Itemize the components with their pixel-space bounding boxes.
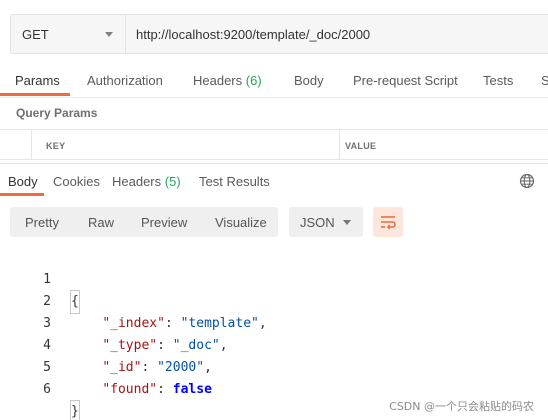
- json-key: "found": [102, 382, 158, 397]
- method-label: GET: [22, 26, 49, 42]
- code-line: 3 "_type": "_doc",: [0, 291, 548, 353]
- json-value: false: [172, 382, 212, 397]
- query-params-table: KEY VALUE: [0, 129, 548, 160]
- view-pretty-button[interactable]: Pretty: [25, 215, 59, 230]
- json-field: "found": false: [102, 382, 212, 397]
- tab-response-body-label: Body: [8, 174, 38, 189]
- tab-cookies-label: Cookies: [53, 174, 100, 189]
- key-column-header: KEY: [46, 141, 66, 151]
- code-line: 1 {: [0, 247, 548, 314]
- tab-test-results[interactable]: Test Results: [199, 174, 270, 189]
- tab-params[interactable]: Params: [15, 73, 60, 88]
- format-select[interactable]: JSON: [289, 207, 363, 237]
- tab-body[interactable]: Body: [294, 73, 324, 88]
- tab-authorization[interactable]: Authorization: [87, 73, 163, 88]
- watermark: CSDN @一个只会粘贴的码农: [389, 400, 534, 413]
- request-url-bar: GET http://localhost:9200/template/_doc/…: [10, 14, 548, 54]
- column-divider: [339, 130, 340, 159]
- tab-headers[interactable]: Headers (6): [193, 73, 262, 88]
- tab-response-body[interactable]: Body: [8, 174, 38, 189]
- value-column-header: VALUE: [345, 141, 377, 151]
- tab-body-label: Body: [294, 73, 324, 88]
- tab-headers-label: Headers: [193, 73, 243, 88]
- globe-icon[interactable]: [519, 173, 535, 189]
- tab-headers-count: (6): [245, 73, 262, 88]
- request-tabs: Params Authorization Headers (6) Body Pr…: [0, 60, 548, 98]
- view-mode-group: Pretty Raw Preview Visualize: [10, 207, 278, 237]
- wrap-lines-button[interactable]: [373, 207, 403, 237]
- tab-tests[interactable]: Tests: [483, 73, 513, 88]
- code-line: 6 }: [0, 357, 548, 420]
- tab-settings-truncated[interactable]: S: [541, 73, 548, 88]
- response-tabs: Body Cookies Headers (5) Test Results: [0, 164, 548, 198]
- tab-settings-label: S: [541, 73, 548, 88]
- url-input[interactable]: http://localhost:9200/template/_doc/2000: [126, 15, 548, 53]
- line-number: 6: [43, 382, 51, 397]
- code-line: 2 "_index": "template",: [0, 269, 548, 331]
- tab-authorization-label: Authorization: [87, 73, 163, 88]
- tab-tests-label: Tests: [483, 73, 514, 88]
- query-params-title: Query Params: [16, 106, 98, 120]
- column-divider: [31, 130, 32, 159]
- active-response-tab-indicator: [0, 193, 44, 196]
- view-visualize-button[interactable]: Visualize: [215, 215, 267, 230]
- tab-response-headers-label: Headers: [112, 174, 162, 189]
- tab-test-results-label: Test Results: [199, 174, 270, 189]
- tab-params-label: Params: [15, 73, 60, 88]
- tab-cookies[interactable]: Cookies: [53, 174, 100, 189]
- response-body-editor[interactable]: 1 { 2 "_index": "template", 3 "_type": "…: [0, 247, 548, 420]
- view-raw-button[interactable]: Raw: [88, 215, 114, 230]
- view-preview-button[interactable]: Preview: [141, 215, 187, 230]
- tab-response-headers-count: (5): [164, 174, 181, 189]
- close-brace: }: [70, 400, 80, 420]
- format-label: JSON: [300, 214, 335, 230]
- tab-response-headers[interactable]: Headers (5): [112, 174, 181, 189]
- code-line: 4 "_id": "2000",: [0, 313, 548, 375]
- wrap-lines-icon: [381, 216, 396, 230]
- chevron-down-icon: [105, 31, 113, 37]
- tab-pre-request-script-label: Pre-request Script: [353, 73, 458, 88]
- code-line: 5 "found": false: [0, 335, 548, 397]
- chevron-down-icon: [343, 219, 351, 225]
- tab-pre-request-script[interactable]: Pre-request Script: [353, 73, 458, 88]
- active-tab-indicator: [0, 93, 70, 96]
- method-select[interactable]: GET: [11, 15, 126, 53]
